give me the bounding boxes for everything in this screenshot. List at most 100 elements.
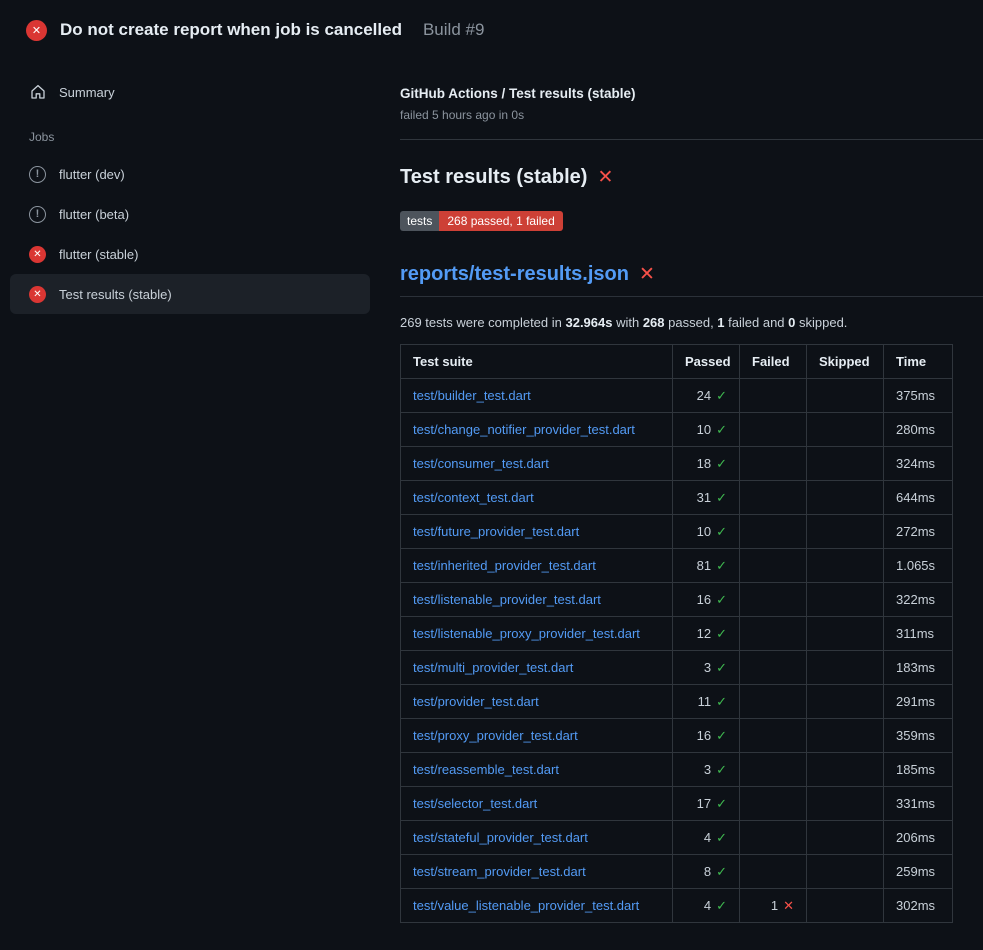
time-cell: 185ms <box>884 753 953 787</box>
suite-link[interactable]: test/consumer_test.dart <box>413 456 549 471</box>
suite-link[interactable]: test/change_notifier_provider_test.dart <box>413 422 635 437</box>
suite-link[interactable]: test/listenable_proxy_provider_test.dart <box>413 626 640 641</box>
breadcrumb: GitHub Actions / Test results (stable) <box>400 86 983 101</box>
passed-cell: 10✓ <box>673 515 740 549</box>
job-label: flutter (beta) <box>59 207 129 222</box>
passed-cell: 17✓ <box>673 787 740 821</box>
skipped-cell <box>807 379 884 413</box>
table-row: test/future_provider_test.dart 10✓ 272ms <box>401 515 953 549</box>
skipped-cell <box>807 753 884 787</box>
table-row: test/stream_provider_test.dart 8✓ 259ms <box>401 855 953 889</box>
check-icon: ✓ <box>716 422 727 437</box>
check-icon: ✓ <box>716 796 727 811</box>
tests-badge: tests 268 passed, 1 failed <box>400 211 563 231</box>
build-title: Do not create report when job is cancell… <box>60 20 402 40</box>
failed-cell <box>740 379 807 413</box>
col-skipped: Skipped <box>807 345 884 379</box>
passed-cell: 31✓ <box>673 481 740 515</box>
results-table-body: test/builder_test.dart 24✓ 375ms test/ch… <box>401 379 953 923</box>
suite-link[interactable]: test/future_provider_test.dart <box>413 524 579 539</box>
suite-link[interactable]: test/builder_test.dart <box>413 388 531 403</box>
failed-cell <box>740 583 807 617</box>
failed-cell <box>740 685 807 719</box>
table-row: test/listenable_provider_test.dart 16✓ 3… <box>401 583 953 617</box>
job-failed-icon: ✕ <box>29 246 46 263</box>
skipped-cell <box>807 889 884 923</box>
check-icon: ✓ <box>716 830 727 845</box>
report-file-link[interactable]: reports/test-results.json <box>400 263 629 286</box>
section-title: Test results (stable) <box>400 166 587 189</box>
table-row: test/listenable_proxy_provider_test.dart… <box>401 617 953 651</box>
check-icon: ✓ <box>716 864 727 879</box>
table-row: test/selector_test.dart 17✓ 331ms <box>401 787 953 821</box>
time-cell: 302ms <box>884 889 953 923</box>
passed-cell: 4✓ <box>673 889 740 923</box>
time-cell: 359ms <box>884 719 953 753</box>
passed-cell: 8✓ <box>673 855 740 889</box>
cross-icon: ✕ <box>783 898 794 913</box>
check-icon: ✓ <box>716 490 727 505</box>
time-cell: 206ms <box>884 821 953 855</box>
job-label: flutter (dev) <box>59 167 125 182</box>
suite-link[interactable]: test/inherited_provider_test.dart <box>413 558 596 573</box>
suite-link[interactable]: test/proxy_provider_test.dart <box>413 728 578 743</box>
col-time: Time <box>884 345 953 379</box>
table-row: test/stateful_provider_test.dart 4✓ 206m… <box>401 821 953 855</box>
jobs-list: ! flutter (dev) ! flutter (beta) ✕ flutt… <box>10 154 370 314</box>
fail-x-icon: ✕ <box>597 168 613 187</box>
passed-cell: 11✓ <box>673 685 740 719</box>
time-cell: 375ms <box>884 379 953 413</box>
suite-link[interactable]: test/selector_test.dart <box>413 796 537 811</box>
badge-value: 268 passed, 1 failed <box>439 211 562 231</box>
sidebar-item-job[interactable]: ! flutter (beta) <box>10 194 370 234</box>
suite-link[interactable]: test/value_listenable_provider_test.dart <box>413 898 639 913</box>
passed-cell: 81✓ <box>673 549 740 583</box>
passed-cell: 4✓ <box>673 821 740 855</box>
skipped-cell <box>807 651 884 685</box>
suite-link[interactable]: test/provider_test.dart <box>413 694 539 709</box>
build-header: ✕ Do not create report when job is cance… <box>0 0 983 56</box>
time-cell: 1.065s <box>884 549 953 583</box>
table-row: test/change_notifier_provider_test.dart … <box>401 413 953 447</box>
skipped-cell <box>807 583 884 617</box>
suite-link[interactable]: test/multi_provider_test.dart <box>413 660 573 675</box>
suite-link[interactable]: test/stateful_provider_test.dart <box>413 830 588 845</box>
sidebar-item-job[interactable]: ! flutter (dev) <box>10 154 370 194</box>
suite-link[interactable]: test/listenable_provider_test.dart <box>413 592 601 607</box>
suite-link[interactable]: test/stream_provider_test.dart <box>413 864 586 879</box>
sidebar-item-job[interactable]: ✕ flutter (stable) <box>10 234 370 274</box>
skipped-cell <box>807 515 884 549</box>
table-header-row: Test suite Passed Failed Skipped Time <box>401 345 953 379</box>
time-cell: 272ms <box>884 515 953 549</box>
skipped-cell <box>807 685 884 719</box>
check-icon: ✓ <box>716 558 727 573</box>
table-row: test/value_listenable_provider_test.dart… <box>401 889 953 923</box>
failed-cell <box>740 787 807 821</box>
failed-cell <box>740 651 807 685</box>
check-icon: ✓ <box>716 626 727 641</box>
table-row: test/inherited_provider_test.dart 81✓ 1.… <box>401 549 953 583</box>
passed-cell: 24✓ <box>673 379 740 413</box>
time-cell: 331ms <box>884 787 953 821</box>
suite-link[interactable]: test/reassemble_test.dart <box>413 762 559 777</box>
failed-cell <box>740 753 807 787</box>
summary-time: 32.964s <box>565 315 612 330</box>
skipped-cell <box>807 855 884 889</box>
run-status-line: failed 5 hours ago in 0s <box>400 108 983 122</box>
sidebar-item-job[interactable]: ✕ Test results (stable) <box>10 274 370 314</box>
skipped-cell <box>807 413 884 447</box>
table-row: test/context_test.dart 31✓ 644ms <box>401 481 953 515</box>
summary-failed: 1 <box>717 315 724 330</box>
failed-cell <box>740 719 807 753</box>
table-row: test/reassemble_test.dart 3✓ 185ms <box>401 753 953 787</box>
suite-link[interactable]: test/context_test.dart <box>413 490 534 505</box>
table-row: test/multi_provider_test.dart 3✓ 183ms <box>401 651 953 685</box>
skipped-cell <box>807 447 884 481</box>
check-icon: ✓ <box>716 388 727 403</box>
failed-cell <box>740 515 807 549</box>
check-icon: ✓ <box>716 592 727 607</box>
check-icon: ✓ <box>716 898 727 913</box>
failed-cell <box>740 413 807 447</box>
time-cell: 259ms <box>884 855 953 889</box>
sidebar-item-summary[interactable]: Summary <box>10 72 370 112</box>
